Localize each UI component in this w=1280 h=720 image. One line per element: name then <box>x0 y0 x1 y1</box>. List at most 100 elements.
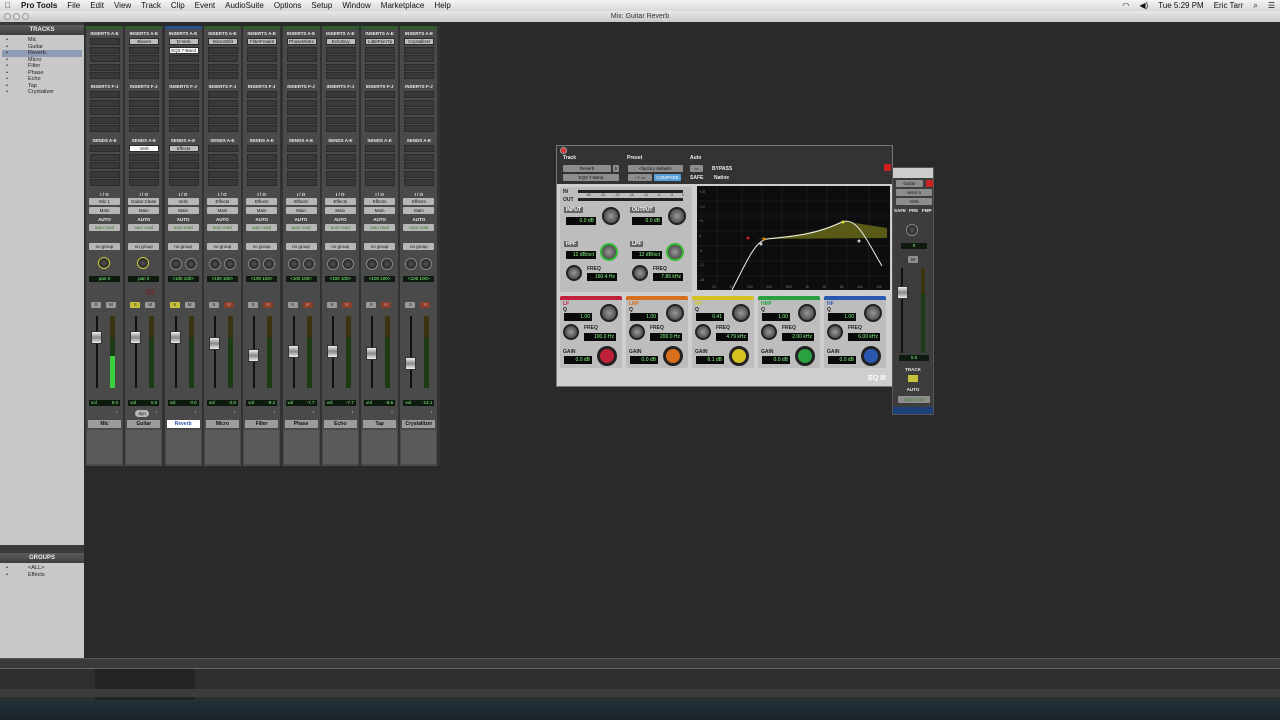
send-slot[interactable] <box>129 162 160 169</box>
q-display[interactable]: 1.00 <box>828 313 856 321</box>
send-track-selector[interactable]: Guitar <box>896 180 923 187</box>
insert-slot[interactable] <box>365 91 396 98</box>
volume-fader[interactable] <box>326 345 338 359</box>
hpf-node[interactable] <box>759 242 763 246</box>
comments-field[interactable] <box>126 430 162 464</box>
insert-slot[interactable] <box>404 72 435 79</box>
group-selector[interactable]: no group <box>403 243 435 250</box>
output-selector[interactable]: Main <box>206 207 238 214</box>
track-channel-selector[interactable]: b <box>613 165 619 172</box>
pan-right-knob[interactable] <box>223 258 236 270</box>
volume-display[interactable]: 0.0 <box>89 400 120 406</box>
send-slot[interactable] <box>207 170 238 178</box>
insert-slot[interactable] <box>207 116 238 124</box>
pan-left-knob[interactable] <box>366 258 379 270</box>
output-arrow-icon[interactable]: ↓ <box>98 409 118 414</box>
track-solo-safe-button[interactable] <box>908 375 918 382</box>
send-slot[interactable] <box>207 153 238 161</box>
send-slot[interactable] <box>404 145 435 152</box>
insert-slot[interactable] <box>207 125 238 132</box>
group-selector[interactable]: no group <box>89 243 120 250</box>
send-selector[interactable]: send a <box>896 189 932 196</box>
pan-display[interactable]: <100 100> <box>324 276 356 282</box>
track-name[interactable]: Micro <box>205 420 239 428</box>
plugin-close-button[interactable] <box>560 147 567 154</box>
gain-display[interactable]: 0.0 dB <box>630 356 658 364</box>
pan-display[interactable]: <100 100> <box>364 276 396 282</box>
insert-slot[interactable] <box>365 63 396 71</box>
insert-slot[interactable] <box>404 91 435 98</box>
send-slot[interactable] <box>90 162 120 169</box>
bypass-button[interactable]: BYPASS <box>712 166 732 172</box>
send-slot[interactable]: Verb <box>129 145 160 152</box>
insert-slot[interactable] <box>325 72 356 79</box>
volume-display[interactable]: -7.7 <box>286 400 317 406</box>
send-slot[interactable] <box>129 153 160 161</box>
insert-slot[interactable] <box>168 55 199 62</box>
pan-display[interactable]: <100 100> <box>285 276 317 282</box>
output-selector[interactable]: Main <box>403 207 435 214</box>
volume-fader[interactable] <box>287 345 299 359</box>
insert-slot[interactable] <box>404 99 435 107</box>
output-arrow-icon[interactable]: ↓ <box>334 409 354 414</box>
insert-selector[interactable]: EQ3 7-Band <box>563 174 619 181</box>
comments-field[interactable] <box>401 430 437 464</box>
send-slot[interactable] <box>90 153 120 161</box>
volume-fader[interactable] <box>169 330 181 344</box>
send-slot[interactable] <box>325 170 356 178</box>
insert-slot[interactable] <box>404 46 435 54</box>
insert-slot[interactable] <box>207 91 238 98</box>
pan-right-knob[interactable] <box>302 258 315 270</box>
safe-button[interactable]: SAFE <box>690 175 703 181</box>
output-gain-knob[interactable] <box>668 207 686 225</box>
gain-display[interactable]: 0.0 dB <box>828 356 856 364</box>
insert-slot[interactable] <box>247 108 278 115</box>
send-destination-selector[interactable]: Verb <box>896 198 932 205</box>
insert-slot[interactable] <box>286 55 317 62</box>
gain-display[interactable]: 6.1 dB <box>696 356 724 364</box>
volume-icon[interactable]: ◀) <box>1134 1 1153 10</box>
send-mute-button[interactable]: M <box>908 256 918 263</box>
lpf-slope-knob[interactable] <box>666 243 684 261</box>
insert-slot[interactable] <box>247 116 278 124</box>
automation-mode-selector[interactable]: auto read <box>246 224 278 231</box>
compare-button[interactable]: COMPARE <box>654 174 681 181</box>
track-name[interactable]: Tap <box>363 420 397 428</box>
volume-fader[interactable] <box>248 349 260 362</box>
input-selector[interactable]: Effects <box>285 198 317 205</box>
send-slot[interactable] <box>286 145 317 152</box>
output-arrow-icon[interactable]: ↓ <box>177 409 196 414</box>
insert-slot[interactable] <box>207 72 238 79</box>
input-selector[interactable]: Effects <box>364 198 396 205</box>
volume-fader[interactable] <box>130 330 142 344</box>
wifi-icon[interactable]: ◠ <box>1117 1 1134 10</box>
solo-button[interactable]: S <box>287 302 298 308</box>
gain-knob[interactable] <box>663 346 683 366</box>
send-slot[interactable] <box>286 153 317 161</box>
minimize-window-button[interactable] <box>13 13 20 20</box>
gain-knob[interactable] <box>795 346 815 366</box>
insert-slot[interactable] <box>286 99 317 107</box>
insert-slot[interactable] <box>90 125 120 132</box>
plugin-record-enable-icon[interactable] <box>884 164 891 171</box>
insert-slot[interactable] <box>325 91 356 98</box>
freq-knob[interactable] <box>761 324 777 340</box>
output-arrow-icon[interactable]: ↓ <box>137 409 157 414</box>
insert-slot[interactable] <box>129 55 160 62</box>
mute-button[interactable]: M <box>381 302 392 308</box>
comments-field[interactable] <box>165 430 201 464</box>
menu-marketplace[interactable]: Marketplace <box>376 1 430 10</box>
insert-slot[interactable] <box>168 91 199 98</box>
lpf-slope-display[interactable]: 12 dB/oct <box>632 251 662 259</box>
output-arrow-icon[interactable]: ↓ <box>373 409 393 414</box>
send-slot[interactable] <box>90 179 120 186</box>
solo-button[interactable]: S <box>366 302 377 308</box>
group-selector[interactable]: no group <box>206 243 238 250</box>
pan-right-knob[interactable] <box>420 258 433 270</box>
insert-slot[interactable] <box>286 91 317 98</box>
send-slot[interactable] <box>286 179 317 186</box>
close-window-button[interactable] <box>4 13 11 20</box>
q-knob[interactable] <box>732 304 750 322</box>
menu-track[interactable]: Track <box>136 1 166 10</box>
insert-slot[interactable] <box>90 99 120 107</box>
